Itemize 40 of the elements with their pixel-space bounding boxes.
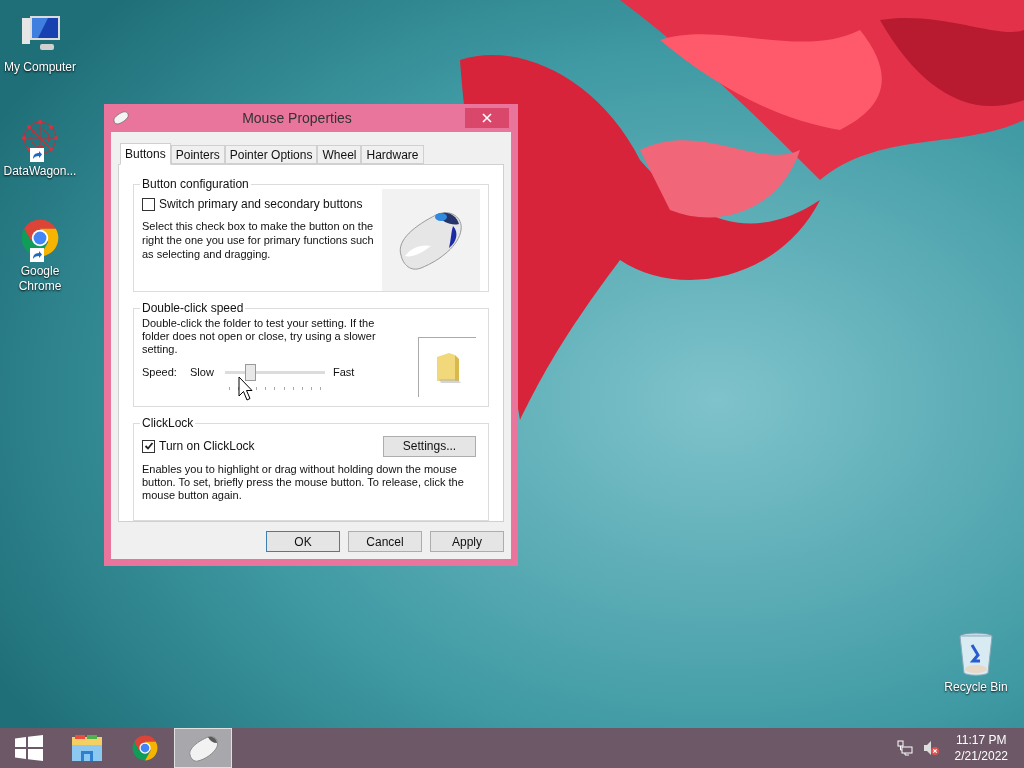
desktop-icon-label[interactable]: DataWagon...	[3, 164, 77, 179]
slow-label: Slow	[190, 365, 215, 380]
group-title: Double-click speed	[140, 300, 246, 316]
checkbox[interactable]	[142, 197, 155, 211]
chrome-icon	[130, 733, 160, 763]
clock-date: 2/21/2022	[954, 748, 1008, 764]
desktop-icon-label[interactable]: My Computer	[4, 60, 76, 75]
network-icon[interactable]	[896, 740, 913, 756]
checkbox[interactable]	[142, 439, 155, 453]
speaker-muted-icon[interactable]	[922, 740, 939, 756]
tab[interactable]: Hardware	[361, 145, 424, 164]
slider-thumb[interactable]	[244, 363, 256, 381]
mouse-icon	[186, 733, 220, 763]
tab[interactable]: Buttons	[120, 143, 171, 165]
close-button[interactable]	[465, 108, 509, 128]
dialog-button[interactable]: OK	[266, 531, 340, 552]
mouse-icon	[113, 111, 129, 125]
clock[interactable]: 11:17 PM 2/21/2022	[954, 732, 1008, 764]
file-explorer-icon	[71, 733, 103, 763]
group-title: Button configuration	[140, 176, 251, 192]
close-icon	[482, 113, 492, 123]
taskbar-button[interactable]	[174, 728, 232, 768]
window-title: Mouse Properties	[241, 108, 353, 128]
clock-time: 11:17 PM	[956, 732, 1007, 748]
description-text: Double-click the folder to test your setting. If the folder does not open or close, try using a slower setting.	[142, 317, 377, 356]
fast-label: Fast	[333, 365, 355, 380]
desktop-icon-label[interactable]: Google Chrome	[0, 264, 80, 294]
description-text: Select this check box to make the button on the right the one you use for primary functions such as selecting and dragging.	[142, 219, 375, 261]
windows-logo-icon	[15, 735, 43, 761]
tab[interactable]: Wheel	[317, 145, 362, 164]
tab[interactable]: Pointers	[170, 145, 225, 164]
checkbox-label[interactable]: Turn on ClickLock	[159, 437, 255, 455]
description-text: Enables you to highlight or drag without holding down the mouse button. To set, briefly press the mouse button. To release, click the mouse button again.	[142, 462, 465, 502]
dialog-button[interactable]: Apply	[430, 531, 504, 552]
speed-label: Speed:	[142, 365, 178, 380]
settings-button[interactable]: Settings...	[383, 435, 476, 457]
dialog-button[interactable]: Cancel	[348, 531, 422, 552]
checkbox-label[interactable]: Switch primary and secondary buttons	[159, 195, 363, 213]
tab[interactable]: Pointer Options	[224, 145, 318, 164]
mouse-cursor-icon	[238, 376, 254, 404]
